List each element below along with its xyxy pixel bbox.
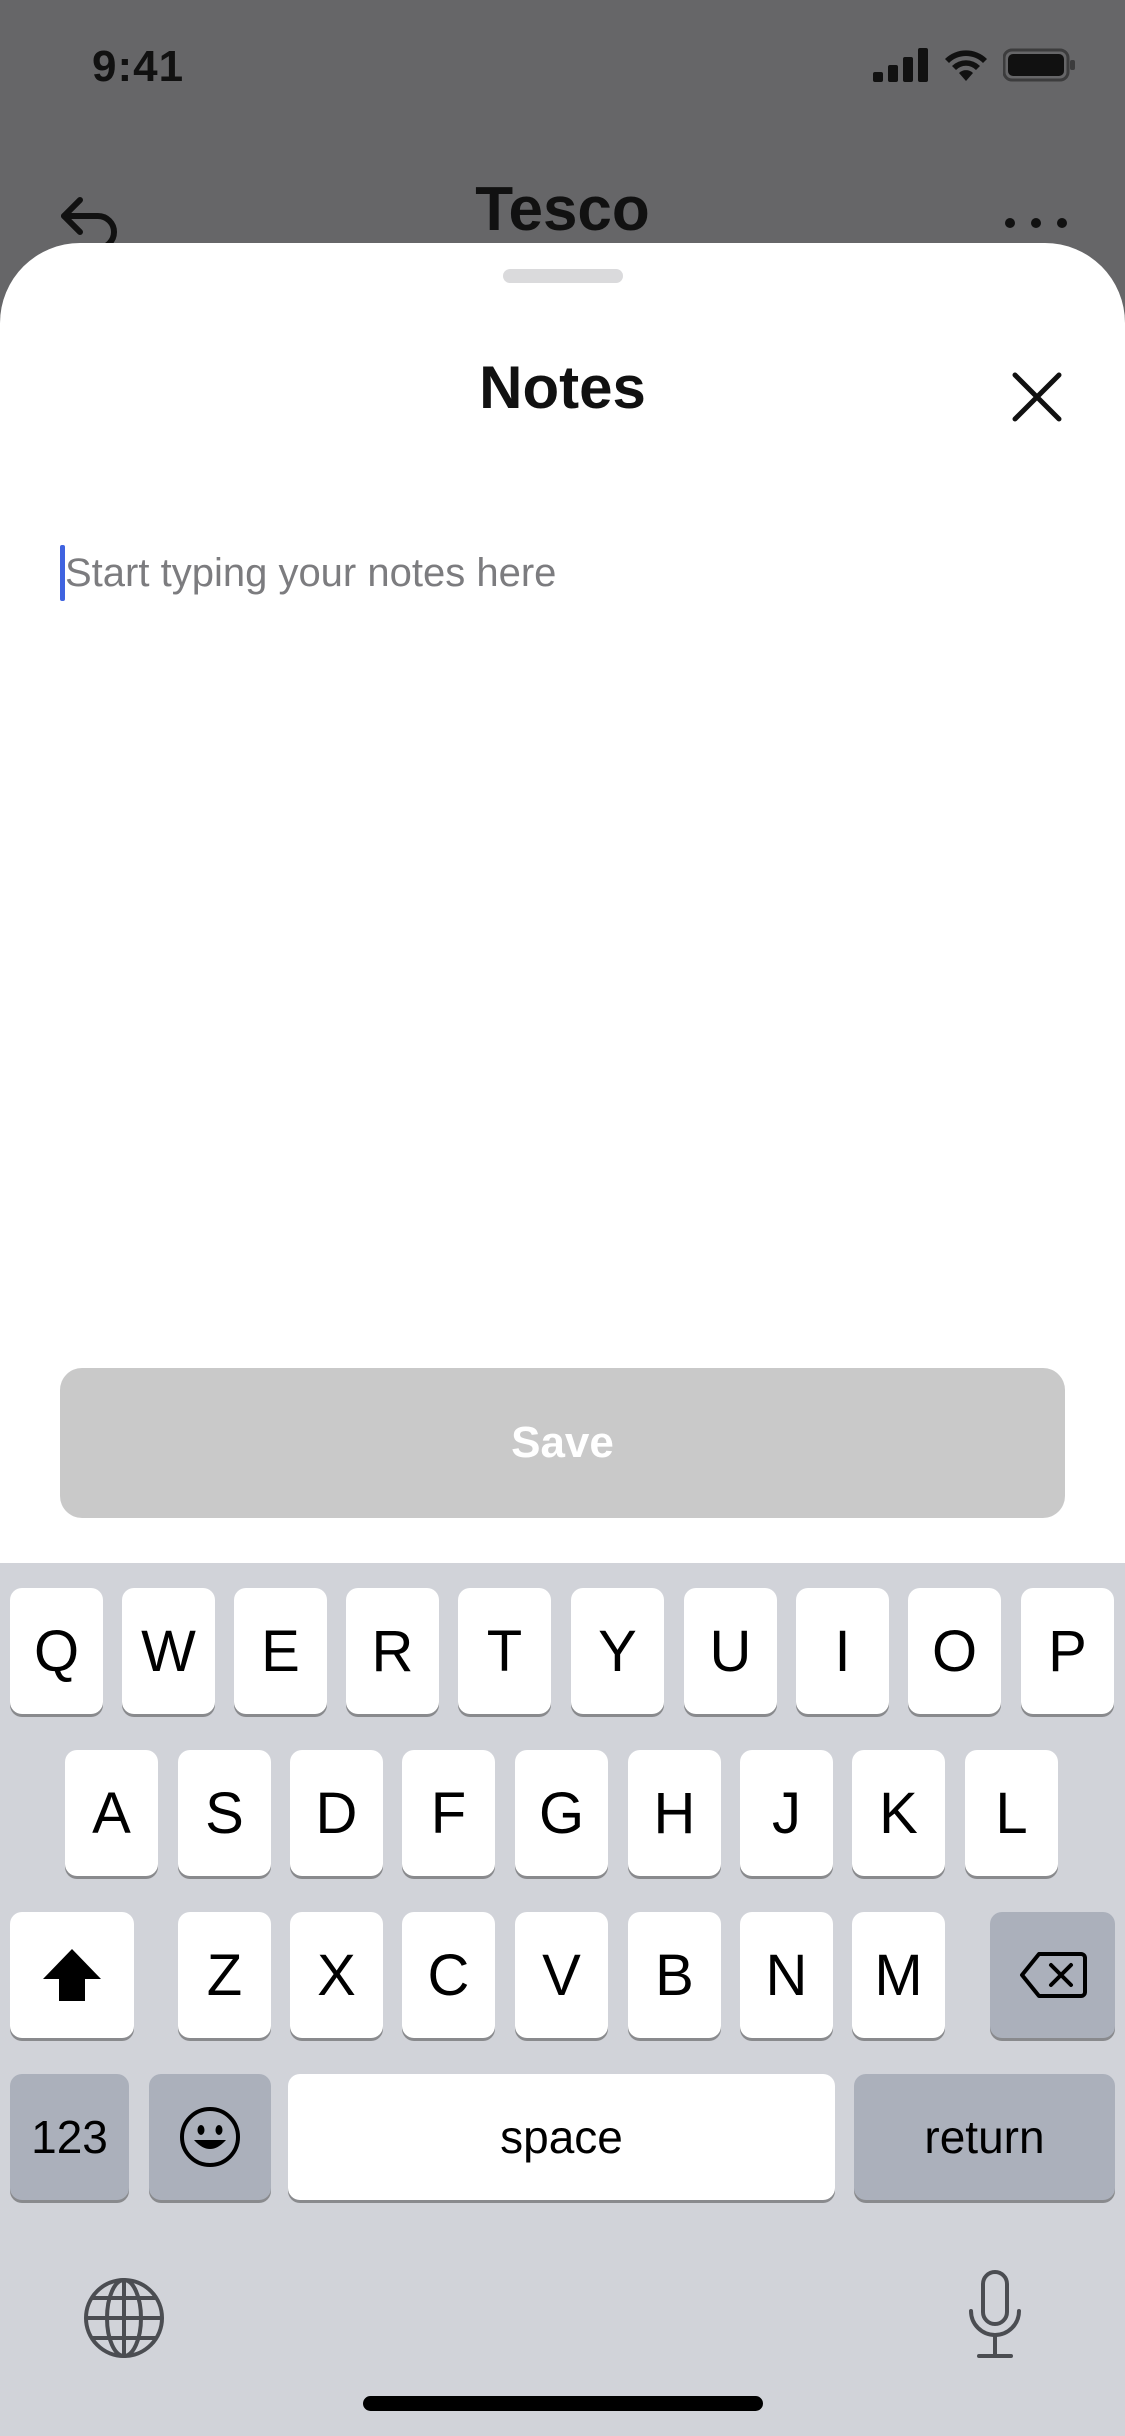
keyboard-row-1: Q W E R T Y U I O P [0,1588,1125,1714]
status-bar: 9:41 [0,0,1125,140]
numbers-key-label: 123 [31,2111,108,2163]
key-x[interactable]: X [290,1912,383,2038]
return-key[interactable]: return [854,2074,1115,2200]
return-key-label: return [924,2111,1045,2163]
keyboard: Q W E R T Y U I O P A S D F G H J K L Z … [0,1563,1125,2436]
key-g[interactable]: G [515,1750,608,1876]
signal-icon [873,48,928,82]
save-button[interactable]: Save [60,1368,1065,1518]
key-t[interactable]: T [458,1588,551,1714]
key-a[interactable]: A [65,1750,158,1876]
delete-key[interactable] [990,1912,1115,2038]
space-key-label: space [500,2111,623,2163]
app-title: Tesco [475,175,650,244]
key-k[interactable]: K [852,1750,945,1876]
key-w[interactable]: W [122,1588,215,1714]
sheet-title: Notes [479,354,646,421]
home-indicator [363,2396,763,2411]
key-f[interactable]: F [402,1750,495,1876]
delete-icon [1019,1952,1087,1998]
close-button[interactable] [1001,361,1073,433]
microphone-icon[interactable] [965,2269,1025,2366]
more-dots-icon[interactable] [1003,216,1069,235]
key-l[interactable]: L [965,1750,1058,1876]
key-s[interactable]: S [178,1750,271,1876]
globe-icon[interactable] [82,2276,166,2365]
key-m[interactable]: M [852,1912,945,2038]
key-o[interactable]: O [908,1588,1001,1714]
wifi-icon [945,50,987,81]
status-icons [873,48,1077,82]
battery-icon [1003,48,1075,82]
key-v[interactable]: V [515,1912,608,2038]
close-icon [1012,372,1062,422]
key-c[interactable]: C [402,1912,495,2038]
emoji-key[interactable] [149,2074,271,2200]
numbers-key[interactable]: 123 [10,2074,129,2200]
key-y[interactable]: Y [571,1588,664,1714]
key-q[interactable]: Q [10,1588,103,1714]
shift-icon [43,1949,101,2001]
key-i[interactable]: I [796,1588,889,1714]
key-u[interactable]: U [684,1588,777,1714]
sheet-grabber[interactable] [503,269,623,283]
key-h[interactable]: H [628,1750,721,1876]
keyboard-row-3: Z X C V B N M [0,1912,1125,2038]
emoji-icon [180,2107,240,2167]
keyboard-row-2: A S D F G H J K L [0,1750,1125,1876]
key-z[interactable]: Z [178,1912,271,2038]
keyboard-row-4: 123 space return [0,2074,1125,2200]
key-b[interactable]: B [628,1912,721,2038]
notes-sheet: Notes Start typing your notes here Save [0,243,1125,1563]
key-r[interactable]: R [346,1588,439,1714]
key-j[interactable]: J [740,1750,833,1876]
shift-key[interactable] [10,1912,134,2038]
key-e[interactable]: E [234,1588,327,1714]
key-n[interactable]: N [740,1912,833,2038]
key-d[interactable]: D [290,1750,383,1876]
notes-input[interactable]: Start typing your notes here [60,543,1065,603]
space-key[interactable]: space [288,2074,835,2200]
status-time: 9:41 [92,42,185,91]
key-p[interactable]: P [1021,1588,1114,1714]
notes-placeholder: Start typing your notes here [65,550,557,595]
